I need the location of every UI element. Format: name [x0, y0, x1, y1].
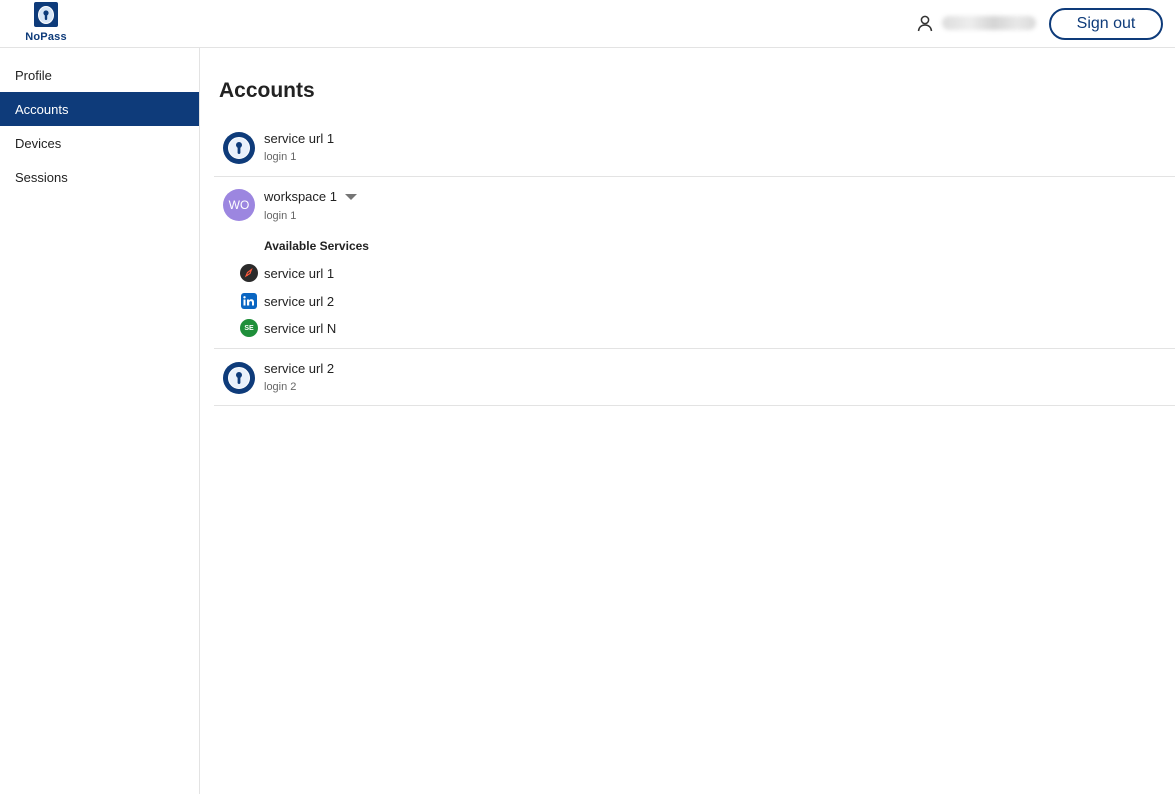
- workspace-avatar: WO: [223, 189, 255, 221]
- user-name: [942, 16, 1036, 30]
- service-item[interactable]: service url 1: [240, 264, 334, 282]
- service-item[interactable]: SE service url N: [240, 319, 336, 337]
- se-icon: SE: [240, 319, 258, 337]
- workspace-title[interactable]: workspace 1: [264, 189, 337, 204]
- account-row[interactable]: service url 2 login 2: [214, 349, 1175, 406]
- sidebar-item-devices[interactable]: Devices: [0, 126, 199, 160]
- account-title: service url 2: [264, 361, 335, 376]
- key-icon: [223, 362, 255, 394]
- sidebar-item-accounts[interactable]: Accounts: [0, 92, 199, 126]
- rocket-icon: [240, 264, 258, 282]
- nopass-logo-icon: [34, 2, 58, 27]
- account-login: login 1: [264, 151, 297, 163]
- app-name: NoPass: [25, 31, 67, 43]
- account-login: login 2: [264, 381, 297, 393]
- sign-out-button[interactable]: Sign out: [1049, 8, 1163, 40]
- user-icon: [917, 15, 933, 32]
- service-label: service url 1: [264, 265, 335, 281]
- account-row[interactable]: service url 1 login 1: [214, 120, 1175, 177]
- sidebar-item-sessions[interactable]: Sessions: [0, 160, 199, 194]
- sidebar-item-profile[interactable]: Profile: [0, 58, 199, 92]
- service-label: service url N: [264, 320, 337, 336]
- top-header: NoPass Sign out: [0, 0, 1175, 48]
- service-item[interactable]: service url 2: [240, 292, 334, 310]
- sidebar: Profile Accounts Devices Sessions: [0, 48, 200, 794]
- page-title: Accounts: [219, 79, 315, 102]
- account-title: service url 1: [264, 131, 335, 146]
- workspace-login: login 1: [264, 210, 297, 222]
- workspace-row: WO workspace 1 login 1 Available Service…: [214, 177, 1175, 349]
- app-logo[interactable]: NoPass: [22, 2, 70, 46]
- service-label: service url 2: [264, 293, 335, 309]
- key-icon: [223, 132, 255, 164]
- linkedin-icon: [241, 293, 257, 309]
- expand-caret-icon[interactable]: [345, 194, 357, 200]
- available-services-heading: Available Services: [264, 239, 369, 253]
